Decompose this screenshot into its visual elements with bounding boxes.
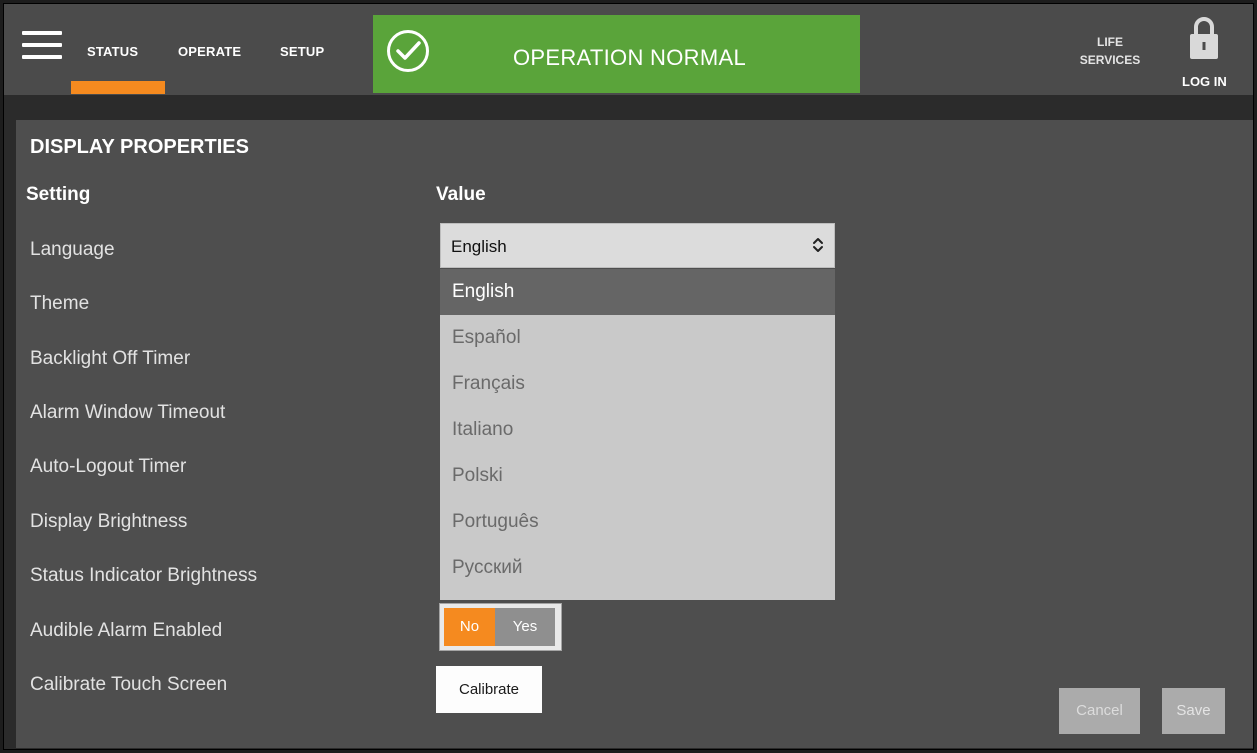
status-banner: OPERATION NORMAL [373, 15, 860, 93]
toggle-no-option[interactable]: No [444, 608, 495, 646]
top-bar: STATUS OPERATE SETUP OPERATION NORMAL LI… [4, 4, 1253, 95]
toggle-yes-option[interactable]: Yes [495, 608, 555, 646]
life-services-line1: LIFE [1097, 35, 1123, 49]
language-option-russian[interactable]: Русский [440, 545, 835, 591]
setting-status-indicator-brightness: Status Indicator Brightness [30, 565, 258, 586]
setting-language: Language [30, 239, 115, 260]
language-option-francais[interactable]: Français [440, 361, 835, 407]
value-column-header: Value [436, 184, 486, 205]
cancel-button[interactable]: Cancel [1059, 688, 1140, 734]
setting-calibrate-touch-screen: Calibrate Touch Screen [30, 674, 228, 695]
language-select[interactable]: English [440, 223, 835, 268]
check-circle-icon [387, 30, 429, 72]
tab-setup[interactable]: SETUP [280, 44, 324, 59]
status-text: OPERATION NORMAL [513, 45, 746, 70]
language-option-polski[interactable]: Polski [440, 453, 835, 499]
menu-icon[interactable] [22, 31, 62, 59]
setting-alarm-window-timeout: Alarm Window Timeout [30, 402, 226, 423]
chevron-up-down-icon [813, 238, 823, 252]
setting-auto-logout-timer: Auto-Logout Timer [30, 456, 187, 477]
login-button[interactable]: LOG IN [1182, 74, 1227, 89]
setting-audible-alarm-enabled: Audible Alarm Enabled [30, 620, 223, 641]
setting-display-brightness: Display Brightness [30, 511, 188, 532]
setting-backlight-off-timer: Backlight Off Timer [30, 348, 191, 369]
language-option-english[interactable]: English [440, 269, 835, 315]
setting-theme: Theme [30, 293, 90, 314]
tab-operate[interactable]: OPERATE [178, 44, 241, 59]
tab-status[interactable]: STATUS [87, 44, 138, 59]
calibrate-button[interactable]: Calibrate [436, 666, 542, 713]
audible-alarm-toggle: No Yes [439, 603, 562, 651]
setting-column-header: Setting [26, 184, 91, 205]
language-option-espanol[interactable]: Español [440, 315, 835, 361]
active-tab-indicator [71, 81, 165, 94]
language-option-portugues[interactable]: Português [440, 499, 835, 545]
language-dropdown-list: English Español Français Italiano Polski… [440, 269, 835, 600]
display-properties-panel: DISPLAY PROPERTIES Setting Value Languag… [16, 120, 1253, 748]
save-button[interactable]: Save [1162, 688, 1225, 734]
lock-icon[interactable] [1189, 15, 1219, 59]
life-services-link[interactable]: LIFE SERVICES [1070, 33, 1150, 69]
life-services-line2: SERVICES [1079, 53, 1141, 67]
panel-title: DISPLAY PROPERTIES [30, 136, 249, 158]
language-select-value: English [451, 237, 507, 256]
language-option-italiano[interactable]: Italiano [440, 407, 835, 453]
